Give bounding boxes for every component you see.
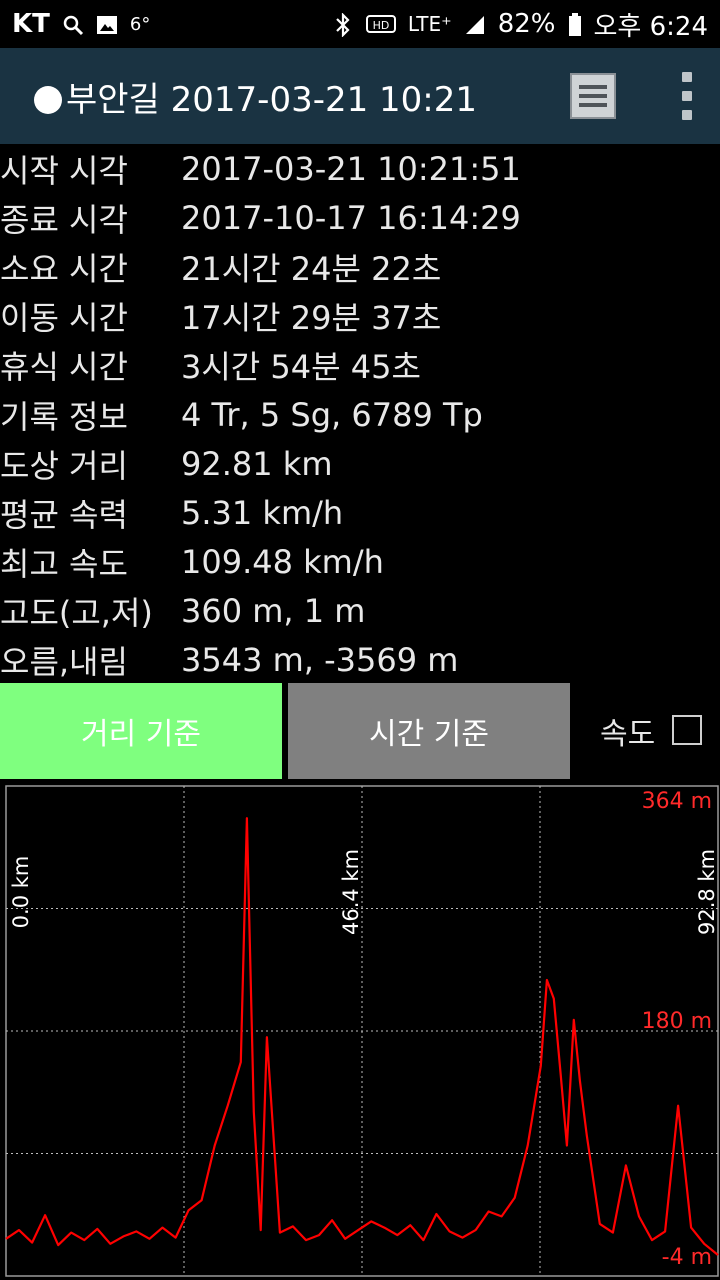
carrier-label: KT (12, 9, 50, 39)
speed-label: 속도 (600, 717, 656, 752)
stat-label: 소요 시간 (0, 249, 128, 288)
stat-row-start-time: 시작 시각 2017-03-21 10:21:51 (0, 144, 720, 193)
stat-row-ascent-descent: 오름,내림 3543 m, -3569 m (0, 636, 720, 685)
track-title: 부안길 2017-03-21 10:21 (34, 72, 570, 121)
overflow-dot-icon (682, 110, 692, 120)
stat-label: 기록 정보 (0, 397, 128, 436)
stat-label: 종료 시각 (0, 200, 128, 239)
search-icon (62, 13, 84, 36)
list-line-icon (579, 85, 607, 89)
list-line-icon (579, 103, 607, 107)
svg-text:HD: HD (373, 19, 390, 32)
chart-labels: 364 m 180 m -4 m 0.0 km 46.4 km 92.8 km (9, 789, 719, 1270)
stat-row-duration: 소요 시간 21시간 24분 22초 (0, 242, 720, 291)
signal-icon (464, 13, 486, 35)
y-tick-label: 364 m (642, 789, 712, 814)
stat-value: 4 Tr, 5 Sg, 6789 Tp (181, 395, 483, 434)
stat-label: 휴식 시간 (0, 348, 128, 387)
stat-row-distance: 도상 거리 92.81 km (0, 439, 720, 488)
clock: 오후 6:24 (593, 11, 709, 42)
bluetooth-icon (332, 12, 354, 38)
graph-mode-controls: 거리 기준 시간 기준 속도 (0, 683, 720, 779)
overflow-menu-button[interactable] (680, 72, 694, 120)
battery-percent: 82% (497, 9, 556, 39)
x-tick-label: 92.8 km (695, 849, 719, 935)
y-tick-label: -4 m (662, 1245, 712, 1270)
stat-label: 평균 속력 (0, 495, 128, 534)
stat-row-max-speed: 최고 속도 109.48 km/h (0, 538, 720, 587)
x-tick-label: 46.4 km (339, 849, 363, 935)
stat-value: 5.31 km/h (181, 493, 344, 532)
stat-value: 17시간 29분 37초 (181, 299, 442, 338)
stat-value: 3543 m, -3569 m (181, 641, 459, 680)
stat-value: 109.48 km/h (181, 543, 384, 582)
stat-row-avg-speed: 평균 속력 5.31 km/h (0, 488, 720, 537)
stat-label: 오름,내림 (0, 643, 128, 682)
stat-row-end-time: 종료 시각 2017-10-17 16:14:29 (0, 193, 720, 242)
stat-label: 도상 거리 (0, 446, 128, 485)
elevation-chart-svg: 364 m 180 m -4 m 0.0 km 46.4 km 92.8 km (5, 785, 719, 1277)
stat-value: 2017-10-17 16:14:29 (181, 198, 521, 237)
x-tick-label: 0.0 km (9, 856, 33, 929)
stat-label: 고도(고,저) (0, 594, 153, 633)
stat-value: 21시간 24분 22초 (181, 249, 442, 288)
app-bar: 부안길 2017-03-21 10:21 (0, 48, 720, 144)
status-dot-icon (34, 85, 62, 114)
hd-voice-icon: HD (365, 13, 396, 35)
stat-row-rest-time: 휴식 시간 3시간 54분 45초 (0, 341, 720, 390)
list-line-icon (579, 94, 607, 98)
stat-label: 시작 시각 (0, 151, 128, 190)
distance-basis-button[interactable]: 거리 기준 (0, 683, 282, 779)
stat-row-record-info: 기록 정보 4 Tr, 5 Sg, 6789 Tp (0, 390, 720, 439)
elevation-profile-chart: 364 m 180 m -4 m 0.0 km 46.4 km 92.8 km (0, 782, 720, 1280)
temperature-label: 6° (129, 13, 151, 35)
overflow-dot-icon (682, 91, 692, 101)
time-basis-button[interactable]: 시간 기준 (288, 683, 570, 779)
network-type-label: LTE⁺ (407, 12, 452, 36)
battery-icon (568, 13, 582, 36)
stat-value: 3시간 54분 45초 (181, 348, 421, 387)
track-title-text: 부안길 2017-03-21 10:21 (66, 79, 478, 120)
overflow-dot-icon (682, 72, 692, 82)
stat-label: 최고 속도 (0, 545, 128, 584)
list-view-button[interactable] (570, 73, 616, 119)
status-bar: KT 6° HD LTE⁺ 82% 오후 6:24 (0, 0, 720, 48)
gallery-icon (96, 13, 118, 35)
stat-row-altitude: 고도(고,저) 360 m, 1 m (0, 587, 720, 636)
stat-row-moving-time: 이동 시간 17시간 29분 37초 (0, 292, 720, 341)
stat-value: 360 m, 1 m (181, 592, 366, 631)
stat-value: 2017-03-21 10:21:51 (181, 149, 521, 188)
y-tick-label: 180 m (642, 1009, 712, 1034)
track-stats: 시작 시각 2017-03-21 10:21:51 종료 시각 2017-10-17… (0, 144, 720, 685)
stat-value: 92.81 km (181, 444, 333, 483)
stat-label: 이동 시간 (0, 299, 128, 338)
speed-checkbox[interactable] (672, 715, 702, 745)
